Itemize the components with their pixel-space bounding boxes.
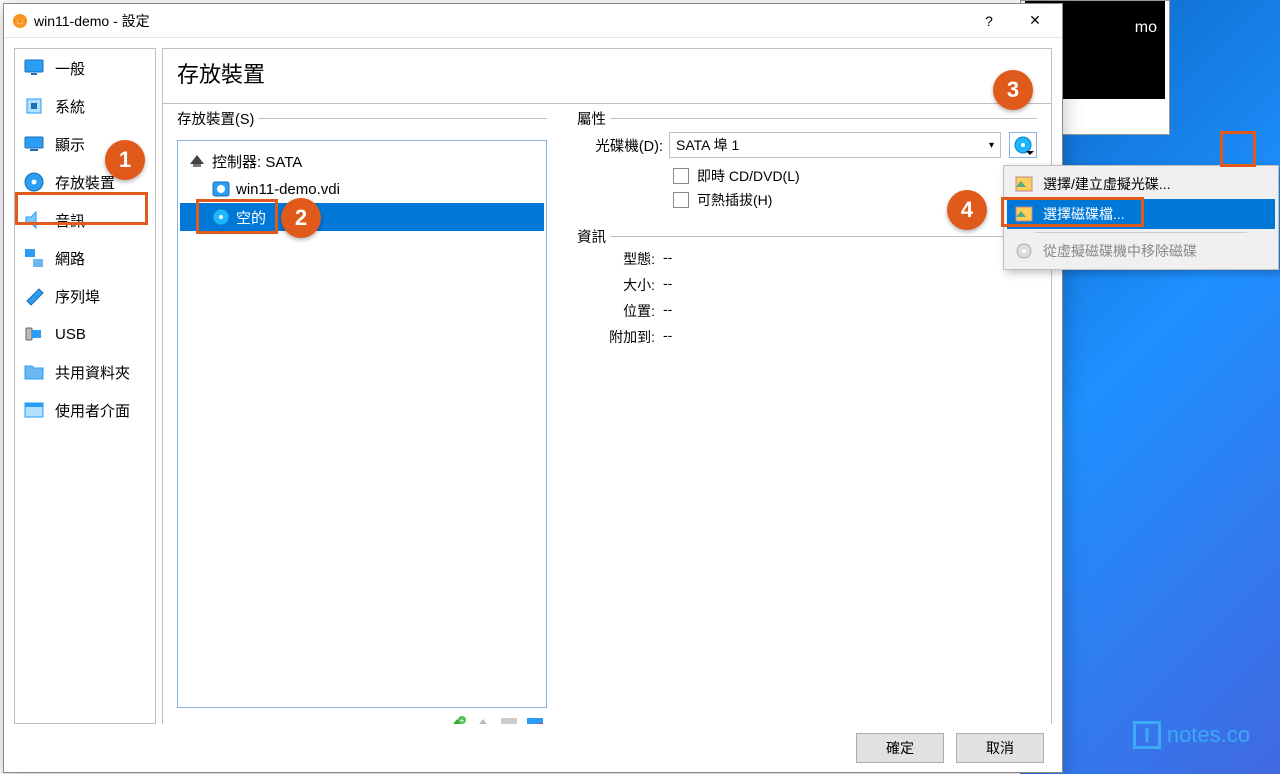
window-title: win11-demo - 設定 bbox=[34, 11, 966, 31]
settings-dialog: win11-demo - 設定 ? ✕ 一般 系統 顯示 存放裝置 音訊 網路 … bbox=[3, 3, 1063, 773]
info-size-label: 大小: bbox=[577, 275, 663, 295]
sidebar-item-ui[interactable]: 使用者介面 bbox=[15, 391, 155, 429]
step-badge-1: 1 bbox=[105, 140, 145, 180]
close-button[interactable]: ✕ bbox=[1012, 5, 1058, 37]
sidebar-label: USB bbox=[55, 326, 86, 343]
menu-remove-disk: 從虛擬磁碟機中移除磁碟 bbox=[1007, 236, 1275, 266]
monitor-icon bbox=[23, 57, 45, 79]
controller-icon bbox=[188, 152, 206, 170]
svg-text:+: + bbox=[460, 716, 465, 724]
sidebar-label: 共用資料夾 bbox=[55, 362, 130, 383]
dialog-footer: 確定 取消 bbox=[4, 724, 1062, 772]
menu-separator bbox=[1035, 232, 1247, 233]
hdd-icon bbox=[212, 180, 230, 198]
menu-choose-create-virtual-disk[interactable]: 選擇/建立虛擬光碟... bbox=[1007, 169, 1275, 199]
info-value: -- bbox=[663, 249, 672, 269]
menu-label: 選擇/建立虛擬光碟... bbox=[1043, 174, 1171, 194]
hotplug-checkbox[interactable] bbox=[673, 192, 689, 208]
add-attachment-button[interactable] bbox=[499, 714, 519, 724]
menu-label: 從虛擬磁碟機中移除磁碟 bbox=[1043, 241, 1197, 261]
panel-heading: 存放裝置 bbox=[162, 48, 1052, 104]
select-value: SATA 埠 1 bbox=[676, 135, 739, 155]
remove-attachment-button[interactable] bbox=[525, 714, 545, 724]
sidebar-label: 網路 bbox=[55, 248, 85, 269]
tree-controller[interactable]: 控制器: SATA bbox=[180, 147, 544, 175]
add-controller-button[interactable]: + bbox=[447, 714, 467, 724]
storage-icon bbox=[23, 171, 45, 193]
highlight-empty-optical bbox=[196, 199, 278, 234]
sidebar-label: 系統 bbox=[55, 96, 85, 117]
display-icon bbox=[23, 133, 45, 155]
tree-label: win11-demo.vdi bbox=[236, 181, 340, 198]
sidebar-item-shared-folders[interactable]: 共用資料夾 bbox=[15, 353, 155, 391]
sidebar-label: 序列埠 bbox=[55, 286, 100, 307]
chip-icon bbox=[23, 95, 45, 117]
choose-disk-button[interactable] bbox=[1009, 132, 1037, 158]
sidebar-item-system[interactable]: 系統 bbox=[15, 87, 155, 125]
storage-toolbar: + bbox=[177, 708, 547, 724]
ok-button[interactable]: 確定 bbox=[856, 733, 944, 763]
image-icon bbox=[1015, 175, 1033, 193]
optical-drive-label: 光碟機(D): bbox=[577, 135, 663, 156]
serial-icon bbox=[23, 285, 45, 307]
checkbox-label: 即時 CD/DVD(L) bbox=[697, 166, 800, 186]
disc-icon bbox=[1014, 136, 1032, 154]
help-button[interactable]: ? bbox=[966, 5, 1012, 37]
disc-remove-icon bbox=[1015, 242, 1033, 260]
live-cd-checkbox[interactable] bbox=[673, 168, 689, 184]
sidebar-label: 顯示 bbox=[55, 134, 85, 155]
step-badge-4: 4 bbox=[947, 190, 987, 230]
info-value: -- bbox=[663, 327, 672, 347]
optical-drive-select[interactable]: SATA 埠 1 ▾ bbox=[669, 132, 1001, 158]
ui-icon bbox=[23, 399, 45, 421]
info-attached-label: 附加到: bbox=[577, 327, 663, 347]
usb-icon bbox=[23, 323, 45, 345]
highlight-disc-button bbox=[1220, 131, 1256, 167]
remove-controller-button[interactable] bbox=[473, 714, 493, 724]
folder-icon bbox=[23, 361, 45, 383]
step-badge-2: 2 bbox=[281, 198, 321, 238]
app-icon bbox=[12, 13, 28, 29]
titlebar: win11-demo - 設定 ? ✕ bbox=[4, 4, 1062, 38]
sidebar-label: 一般 bbox=[55, 58, 85, 79]
info-value: -- bbox=[663, 275, 672, 295]
network-icon bbox=[23, 247, 45, 269]
sidebar-item-general[interactable]: 一般 bbox=[15, 49, 155, 87]
cancel-button[interactable]: 取消 bbox=[956, 733, 1044, 763]
watermark: notes.co bbox=[1133, 721, 1250, 749]
sidebar-label: 存放裝置 bbox=[55, 172, 115, 193]
sidebar-item-network[interactable]: 網路 bbox=[15, 239, 155, 277]
tree-label: 控制器: SATA bbox=[212, 151, 302, 172]
sidebar-label: 使用者介面 bbox=[55, 400, 130, 421]
info-value: -- bbox=[663, 301, 672, 321]
step-badge-3: 3 bbox=[993, 70, 1033, 110]
highlight-storage-sidebar bbox=[15, 192, 148, 225]
info-location-label: 位置: bbox=[577, 301, 663, 321]
sidebar-item-serial[interactable]: 序列埠 bbox=[15, 277, 155, 315]
sidebar-item-usb[interactable]: USB bbox=[15, 315, 155, 353]
checkbox-label: 可熱插拔(H) bbox=[697, 190, 772, 210]
highlight-choose-disk-menu bbox=[1001, 197, 1144, 227]
info-type-label: 型態: bbox=[577, 249, 663, 269]
